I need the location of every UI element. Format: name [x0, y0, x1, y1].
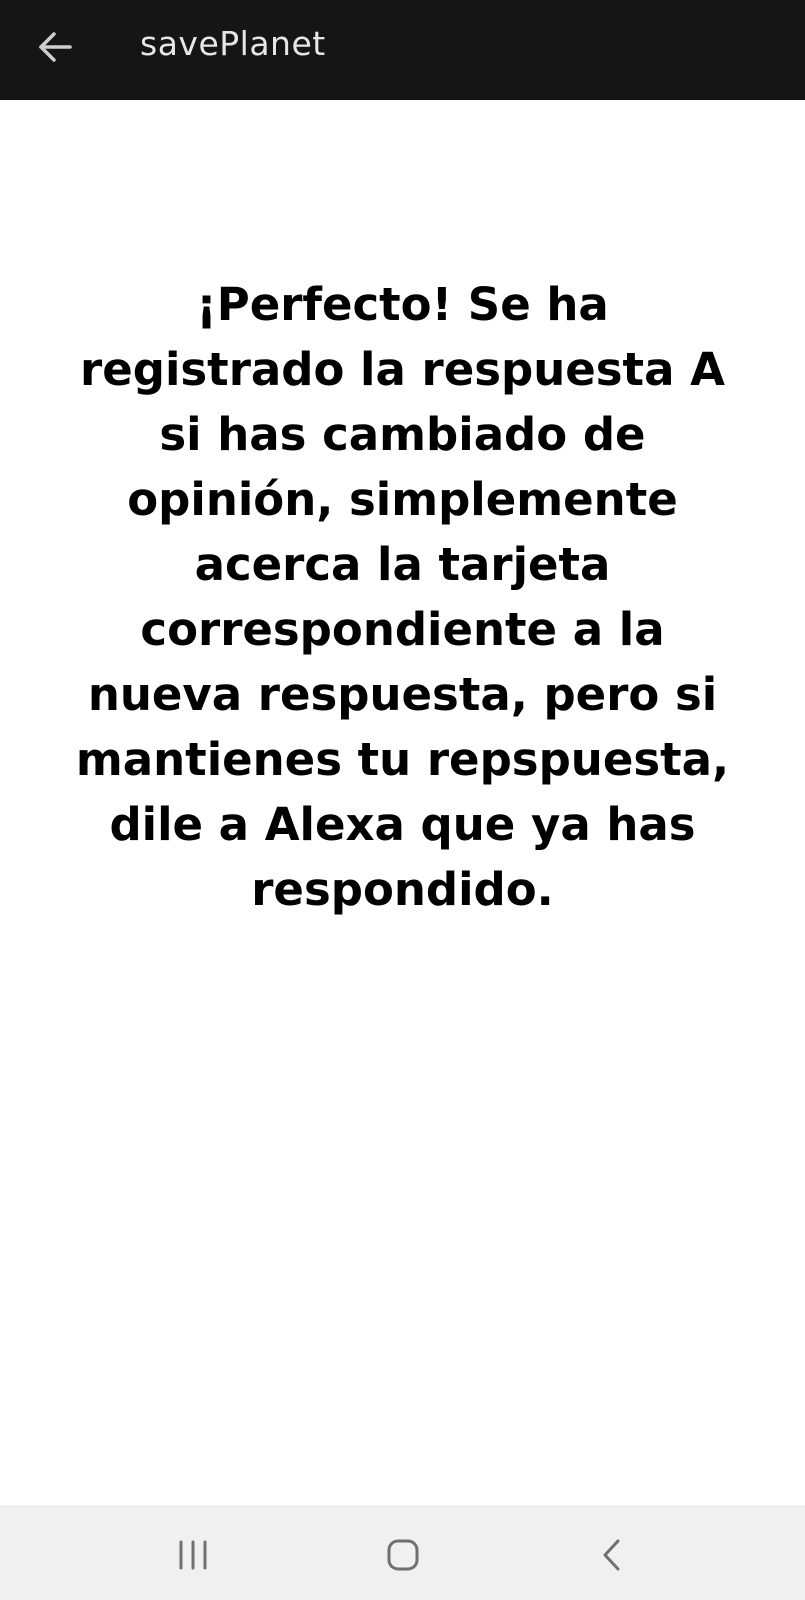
app-bar: savePlanet — [0, 0, 805, 100]
system-navigation-bar — [0, 1505, 805, 1600]
main-content: ¡Perfecto! Se ha registrado la respuesta… — [70, 272, 735, 922]
app-title: savePlanet — [140, 24, 326, 63]
chevron-left-icon — [603, 1539, 620, 1571]
confirmation-message: ¡Perfecto! Se ha registrado la respuesta… — [75, 278, 730, 916]
home-button[interactable] — [373, 1525, 433, 1585]
home-icon — [387, 1539, 419, 1571]
nav-back-button[interactable] — [582, 1525, 642, 1585]
recents-button[interactable] — [163, 1525, 223, 1585]
arrow-left-icon — [39, 32, 72, 62]
recents-icon — [179, 1540, 207, 1570]
back-button[interactable] — [30, 22, 80, 72]
